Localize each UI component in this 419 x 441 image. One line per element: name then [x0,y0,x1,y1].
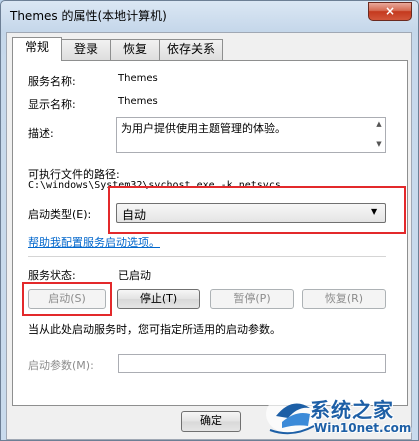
start-button-highlight [22,282,112,316]
startup-type-highlight [108,186,406,234]
params-label: 启动参数(M): [28,359,94,372]
display-name-value: Themes [118,96,158,107]
description-label: 描述: [28,127,54,140]
divider [28,256,386,257]
display-name-label: 显示名称: [28,98,76,111]
watermark-brand: 系统之家 [310,398,394,422]
scroll-up-icon[interactable]: ▲ [373,119,385,129]
params-hint: 当从此处启动服务时，您可指定所适用的启动参数。 [28,323,281,336]
help-link[interactable]: 帮助我配置服务启动选项。 [28,234,160,250]
stop-button[interactable]: 停止(T) [117,289,200,309]
watermark-site: Win10net.com [314,421,412,435]
scroll-down-icon[interactable]: ▼ [373,139,385,149]
startup-type-label: 启动类型(E): [28,208,92,221]
description-box[interactable]: 为用户提供使用主题管理的体验。 [116,117,386,153]
description-text: 为用户提供使用主题管理的体验。 [121,122,286,135]
service-name-label: 服务名称: [28,75,76,88]
status-value: 已启动 [118,269,151,282]
pause-button[interactable]: 暂停(P) [210,289,294,309]
status-label: 服务状态: [28,269,76,282]
ok-button[interactable]: 确定 [181,411,241,432]
start-params-input[interactable] [118,354,386,373]
service-name-value: Themes [118,73,158,84]
resume-button[interactable]: 恢复(R) [302,289,386,309]
